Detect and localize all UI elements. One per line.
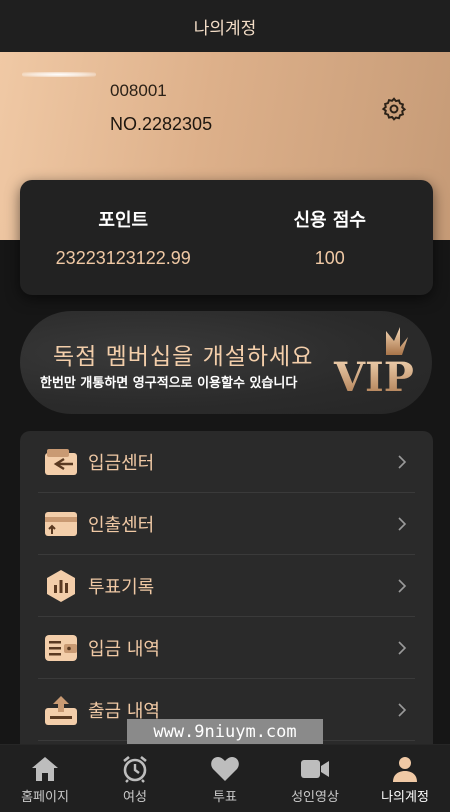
points-label: 포인트: [98, 210, 149, 231]
tab-adult-video[interactable]: 성인영상: [270, 745, 360, 812]
menu-item-label: 입금센터: [88, 452, 155, 474]
deposit-history-icon: [44, 631, 78, 665]
points-balance: 포인트 23223123122.99: [20, 180, 227, 295]
alarm-clock-icon: [120, 755, 150, 783]
menu-item-deposit-history[interactable]: 입금 내역: [38, 617, 415, 679]
vip-membership-banner[interactable]: 독점 멤버십을 개설하세요 한번만 개통하면 영구적으로 이용할수 있습니다 V…: [20, 311, 432, 414]
vip-crown-icon: VIP: [333, 327, 414, 401]
page-title: 나의계정: [193, 18, 257, 39]
withdraw-history-icon: [44, 693, 78, 727]
video-camera-icon: [300, 755, 330, 783]
heart-icon: [210, 755, 240, 783]
tab-label: 나의계정: [381, 790, 429, 805]
credit-score-label: 신용 점수: [293, 210, 366, 231]
tab-label: 여성: [123, 790, 147, 805]
chevron-right-icon: [395, 702, 409, 717]
vip-banner-title: 독점 멤버십을 개설하세요: [53, 344, 314, 370]
tab-home[interactable]: 홈페이지: [0, 745, 90, 812]
tab-my-account[interactable]: 나의계정: [360, 745, 450, 812]
gear-icon[interactable]: [379, 94, 409, 124]
chevron-right-icon: [395, 578, 409, 593]
vip-badge-text: VIP: [333, 354, 414, 401]
credit-score-value: 100: [314, 248, 345, 268]
chevron-right-icon: [395, 516, 409, 531]
chevron-right-icon: [395, 454, 409, 469]
bar-chart-icon: [44, 569, 78, 603]
user-number: NO.2282305: [110, 114, 213, 134]
page-header: 나의계정: [0, 0, 450, 52]
user-icon: [390, 755, 420, 783]
chevron-right-icon: [395, 640, 409, 655]
menu-item-withdraw-center[interactable]: 인출센터: [38, 493, 415, 555]
points-value: 23223123122.99: [55, 248, 191, 268]
credit-score: 신용 점수 100: [227, 180, 434, 295]
tab-label: 투표: [213, 790, 237, 805]
menu-item-label: 인출센터: [88, 514, 155, 536]
points-card: 포인트 23223123122.99 신용 점수 100: [20, 180, 433, 295]
tab-vote[interactable]: 투표: [180, 745, 270, 812]
avatar: [22, 72, 96, 77]
menu-item-vote-records[interactable]: 투표기록: [38, 555, 415, 617]
bottom-tab-bar: 홈페이지 여성 투표 성인영상 나의계정: [0, 744, 450, 812]
user-id: 008001: [110, 81, 167, 100]
wallet-icon: [44, 445, 78, 479]
watermark-overlay: www.9niuym.com: [127, 719, 323, 745]
vip-banner-subtitle: 한번만 개통하면 영구적으로 이용할수 있습니다: [40, 376, 298, 391]
home-icon: [30, 755, 60, 783]
card-withdraw-icon: [44, 507, 78, 541]
tab-women[interactable]: 여성: [90, 745, 180, 812]
menu-item-label: 투표기록: [88, 576, 155, 598]
tab-label: 성인영상: [291, 790, 339, 805]
tab-label: 홈페이지: [21, 790, 69, 805]
menu-item-label: 입금 내역: [88, 638, 160, 660]
menu-item-deposit-center[interactable]: 입금센터: [38, 431, 415, 493]
